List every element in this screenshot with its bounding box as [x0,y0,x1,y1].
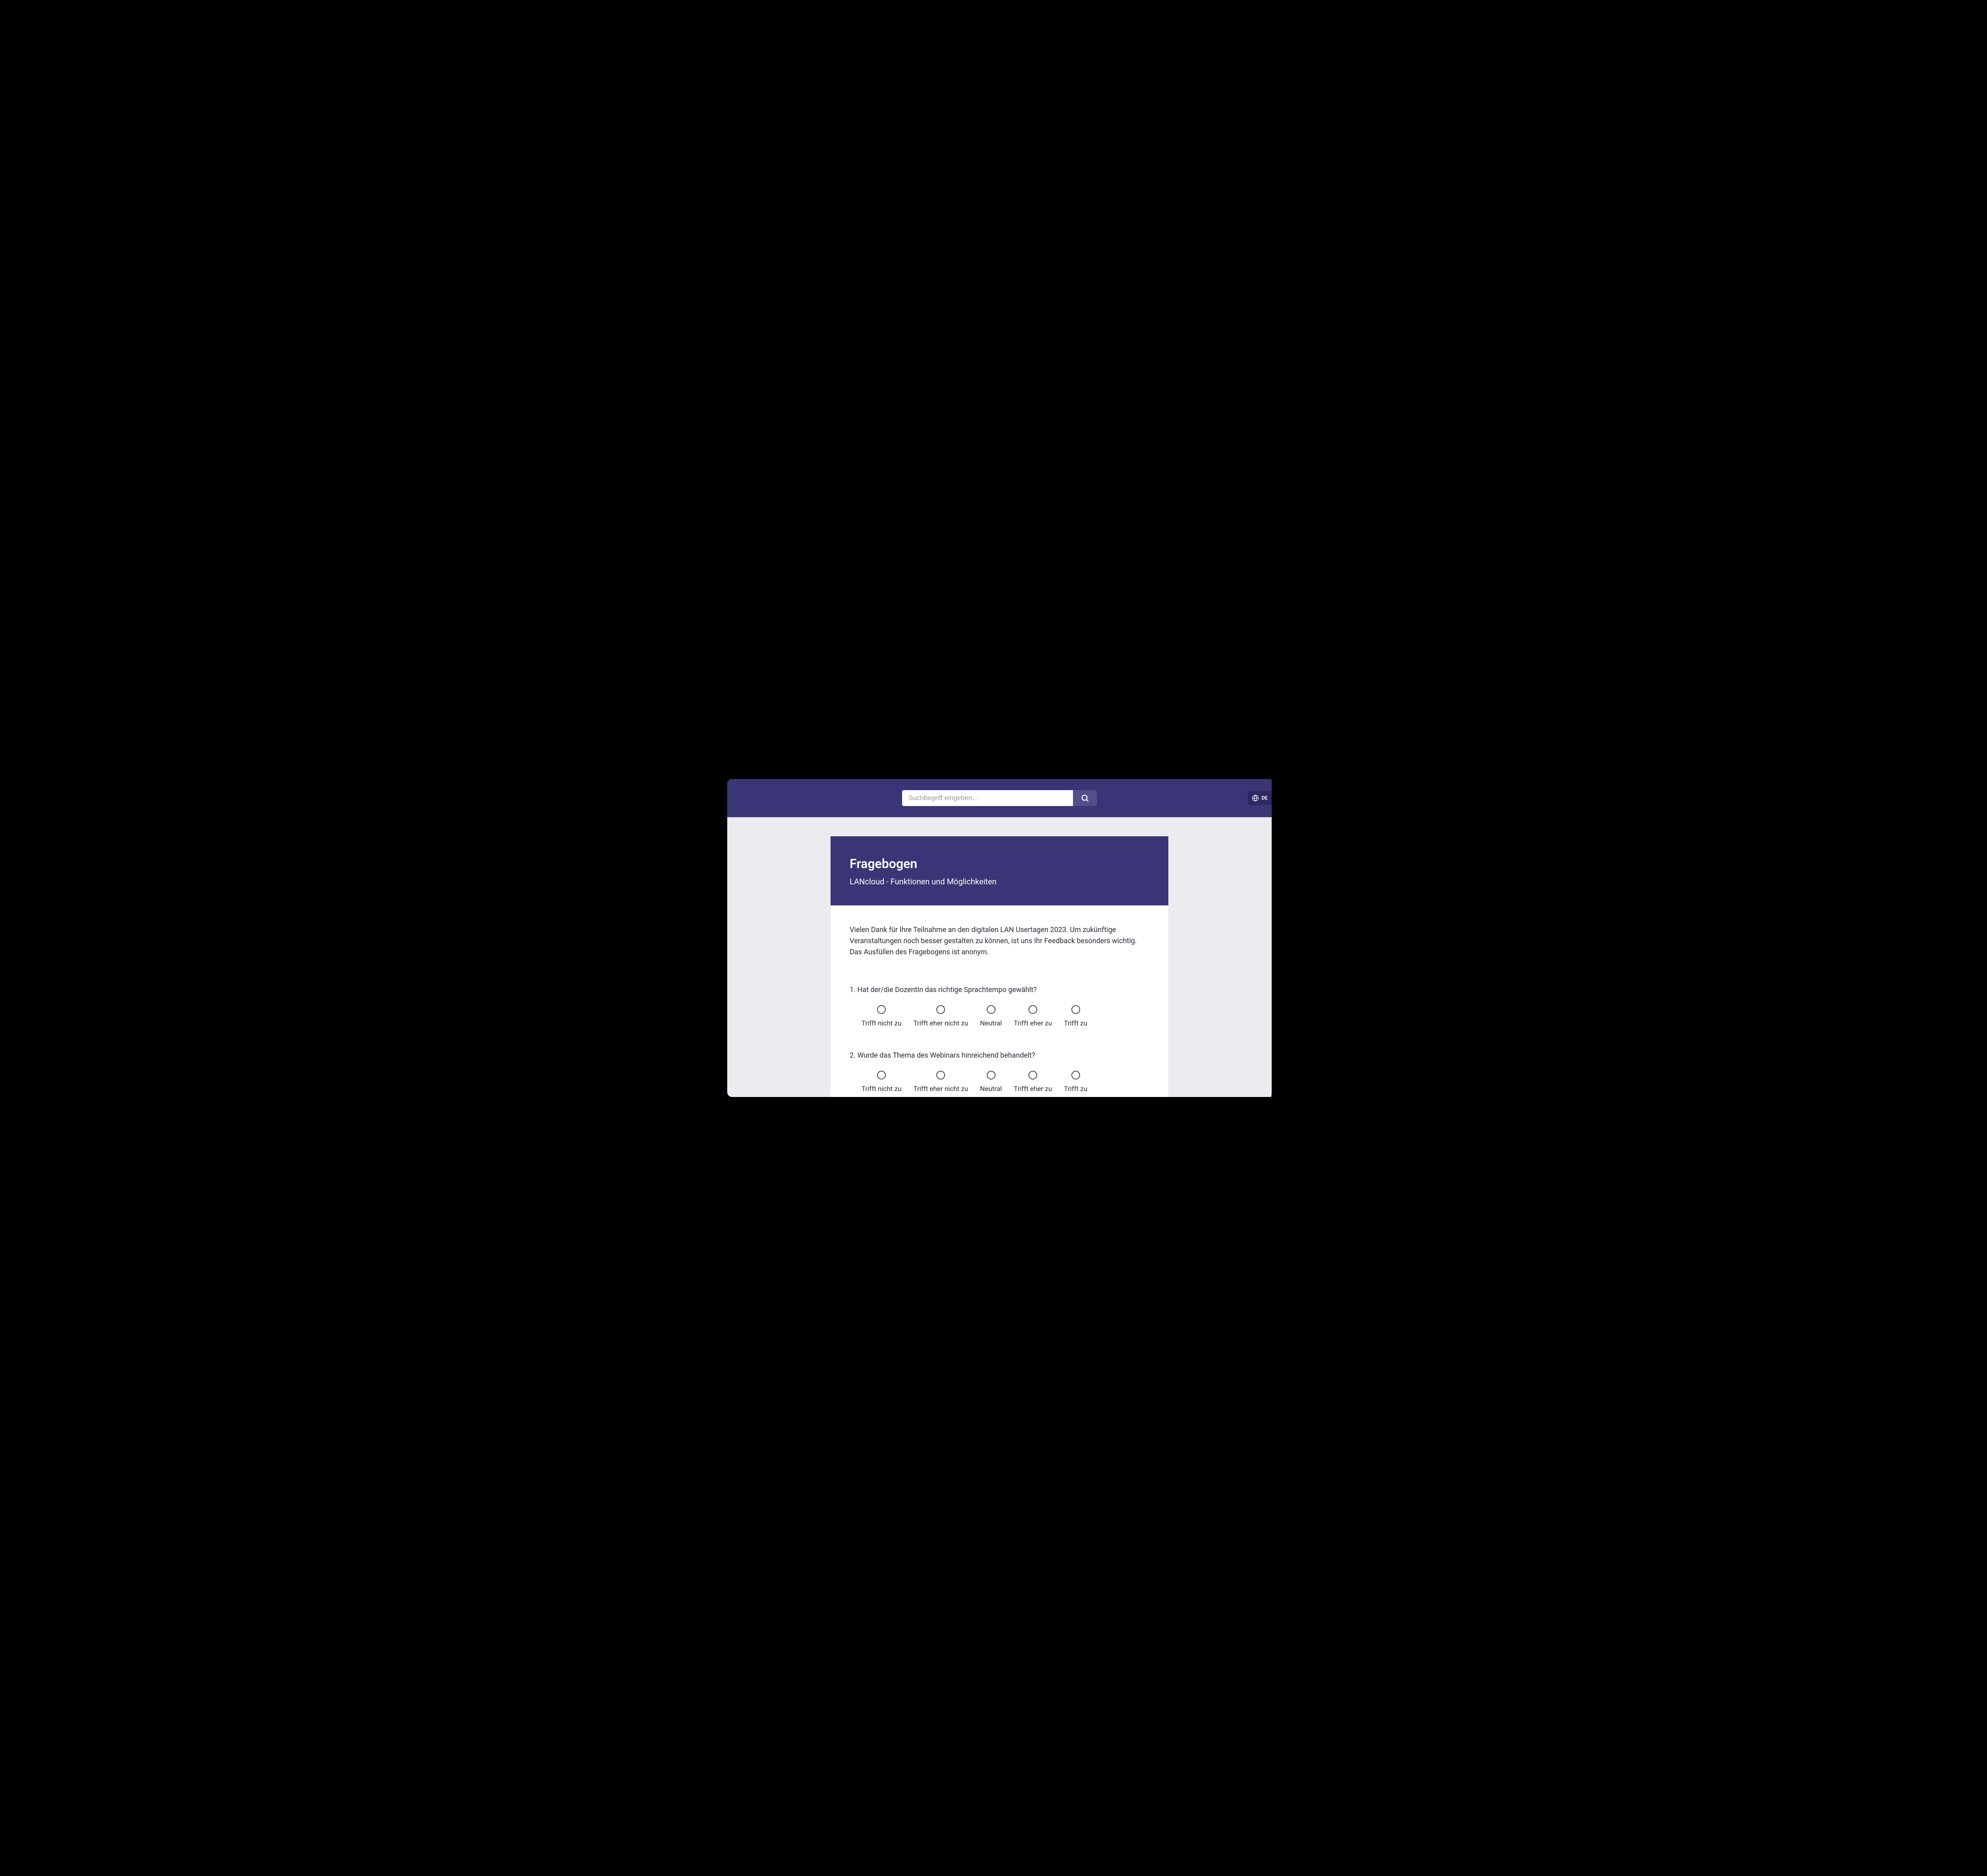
likert-row: Trifft nicht zu Trifft eher nicht zu Neutr… [850,1071,1149,1093]
form-body: Vielen Dank für Ihre Teilnahme an den di… [831,905,1168,1097]
likert-option: Trifft nicht zu [862,1071,901,1093]
likert-option: Neutral [980,1005,1002,1027]
header-bar: DE [727,779,1272,817]
likert-label: Trifft eher nicht zu [913,1019,968,1027]
likert-option: Trifft eher zu [1014,1005,1052,1027]
search-input[interactable] [902,790,1073,806]
radio-button[interactable] [877,1071,886,1079]
likert-option: Neutral [980,1071,1002,1093]
device-frame: DE Fragebogen LANcloud - Funktionen und … [715,767,1272,1109]
language-selector[interactable]: DE [1248,791,1272,805]
likert-row: Trifft nicht zu Trifft eher nicht zu Neutr… [850,1005,1149,1027]
question-text: 1. Hat der/die DozentIn das richtige Spr… [850,986,1149,994]
likert-label: Trifft eher zu [1014,1085,1052,1093]
question-block: 2. Wurde das Thema des Webinars hinreich… [850,1051,1149,1093]
form-title: Fragebogen [850,856,1149,871]
radio-button[interactable] [1071,1005,1080,1014]
form-header: Fragebogen LANcloud - Funktionen und Mög… [831,836,1168,905]
likert-option: Trifft eher nicht zu [913,1071,968,1093]
question-block: 1. Hat der/die DozentIn das richtige Spr… [850,986,1149,1027]
likert-option: Trifft nicht zu [862,1005,901,1027]
radio-button[interactable] [936,1071,945,1079]
likert-label: Trifft zu [1064,1085,1087,1093]
screen: DE Fragebogen LANcloud - Funktionen und … [727,779,1272,1097]
search-button[interactable] [1073,790,1097,806]
radio-button[interactable] [1028,1005,1037,1014]
globe-icon [1252,795,1259,802]
likert-label: Trifft eher zu [1014,1019,1052,1027]
content-area: Fragebogen LANcloud - Funktionen und Mög… [727,817,1272,1097]
radio-button[interactable] [1071,1071,1080,1079]
search-container [902,790,1097,806]
radio-button[interactable] [987,1071,995,1079]
intro-text: Vielen Dank für Ihre Teilnahme an den di… [850,924,1149,958]
language-code: DE [1261,795,1268,801]
radio-button[interactable] [1028,1071,1037,1079]
likert-label: Trifft nicht zu [862,1019,901,1027]
form-subtitle: LANcloud - Funktionen und Möglichkeiten [850,877,1149,886]
likert-label: Trifft nicht zu [862,1085,901,1093]
likert-option: Trifft zu [1064,1071,1087,1093]
likert-label: Trifft eher nicht zu [913,1085,968,1093]
form-card: Fragebogen LANcloud - Funktionen und Mög… [831,836,1168,1097]
likert-option: Trifft zu [1064,1005,1087,1027]
likert-label: Neutral [980,1019,1002,1027]
likert-label: Neutral [980,1085,1002,1093]
question-text: 2. Wurde das Thema des Webinars hinreich… [850,1051,1149,1060]
search-icon [1081,794,1089,802]
radio-button[interactable] [877,1005,886,1014]
likert-option: Trifft eher zu [1014,1071,1052,1093]
radio-button[interactable] [936,1005,945,1014]
radio-button[interactable] [987,1005,995,1014]
likert-option: Trifft eher nicht zu [913,1005,968,1027]
likert-label: Trifft zu [1064,1019,1087,1027]
